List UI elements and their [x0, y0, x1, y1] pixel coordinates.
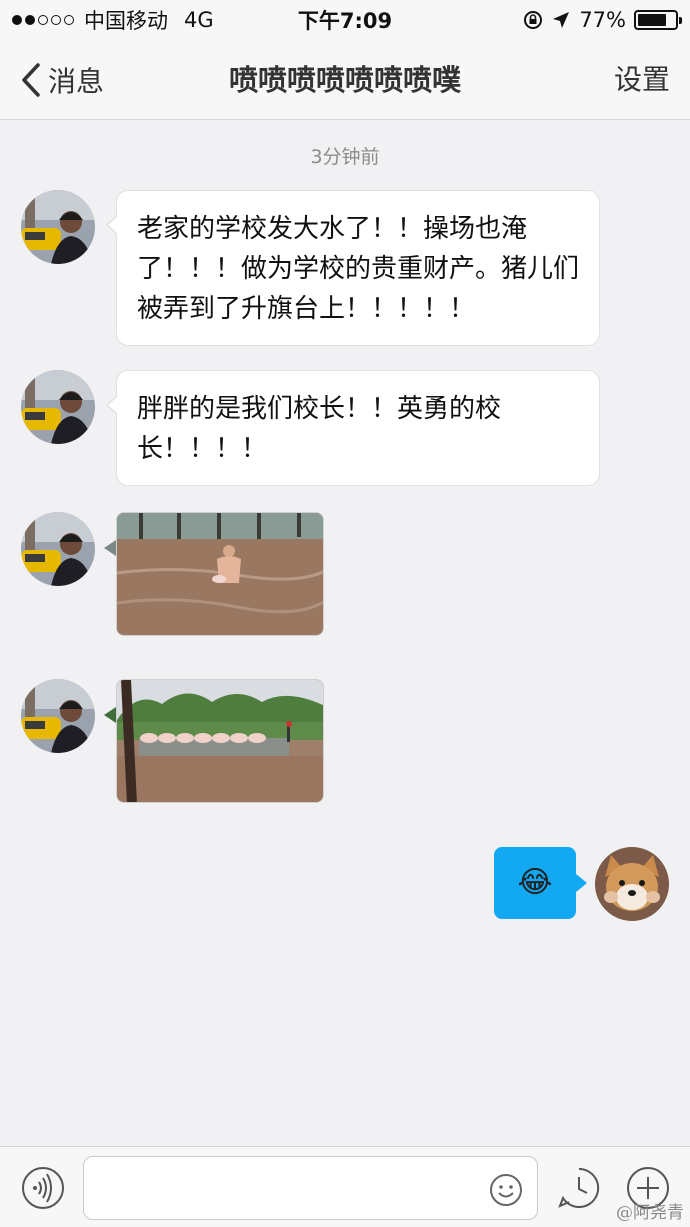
avatar-photo: [21, 512, 95, 586]
location-arrow-icon: [553, 12, 570, 28]
voice-button[interactable]: [21, 1166, 65, 1210]
shiba-dog-avatar: [595, 847, 669, 921]
orientation-lock-icon: [524, 11, 543, 29]
network-label: 4G: [184, 8, 214, 32]
message-timestamp: 3分钟前: [310, 146, 380, 168]
avatar[interactable]: [21, 512, 95, 586]
status-left: 中国移动 4G: [12, 5, 214, 35]
laughing-tears-emoji: 😂: [517, 865, 553, 900]
carrier-label: 中国移动: [84, 9, 168, 33]
message-input[interactable]: [96, 1167, 476, 1209]
watermark: @阿尧青: [616, 1203, 684, 1223]
clock-icon: [558, 1167, 600, 1208]
battery-icon: [634, 10, 682, 30]
history-button[interactable]: [557, 1166, 601, 1210]
image-message[interactable]: [116, 679, 324, 803]
settings-button[interactable]: 设置: [614, 58, 670, 102]
signal-strength-icon: [12, 15, 74, 25]
flood-photo-man: [117, 513, 323, 635]
image-message[interactable]: [116, 512, 324, 636]
text-bubble[interactable]: 胖胖的是我们校长！！英勇的校长！！！！: [106, 370, 600, 486]
text-bubble[interactable]: 老家的学校发大水了！！操场也淹了！！！做为学校的贵重财产。猪儿们被弄到了升旗台上…: [106, 190, 600, 346]
avatar[interactable]: [21, 370, 95, 444]
emoji-bubble[interactable]: 😂: [494, 847, 587, 919]
battery-percent: 77%: [579, 8, 626, 32]
input-bar: [0, 1146, 690, 1227]
status-right: 77%: [523, 8, 682, 32]
flood-photo-pigs: [117, 680, 323, 802]
bubble-tail: [104, 540, 116, 556]
smiley-icon: [490, 1174, 522, 1206]
nav-bar: 消息 喷喷喷喷喷喷喷噗 设置: [0, 40, 690, 120]
avatar[interactable]: [21, 190, 95, 264]
message-text: 胖胖的是我们校长！！英勇的校长！！！！: [137, 394, 502, 464]
back-button[interactable]: 消息: [20, 58, 104, 102]
back-label: 消息: [48, 65, 105, 98]
voice-icon: [22, 1167, 64, 1209]
avatar-photo: [21, 679, 95, 753]
emoji-button[interactable]: [489, 1173, 523, 1207]
chevron-left-icon: [22, 63, 40, 97]
bubble-tail: [104, 707, 116, 723]
status-bar: 中国移动 4G 下午7:09 77%: [0, 0, 690, 40]
my-avatar[interactable]: [595, 847, 669, 921]
message-text: 老家的学校发大水了！！操场也淹了！！！做为学校的贵重财产。猪儿们被弄到了升旗台上…: [137, 214, 580, 324]
avatar-photo: [21, 190, 95, 264]
battery-fill: [638, 14, 666, 26]
message-input-field[interactable]: [83, 1156, 538, 1220]
avatar-photo: [21, 370, 95, 444]
avatar[interactable]: [21, 679, 95, 753]
